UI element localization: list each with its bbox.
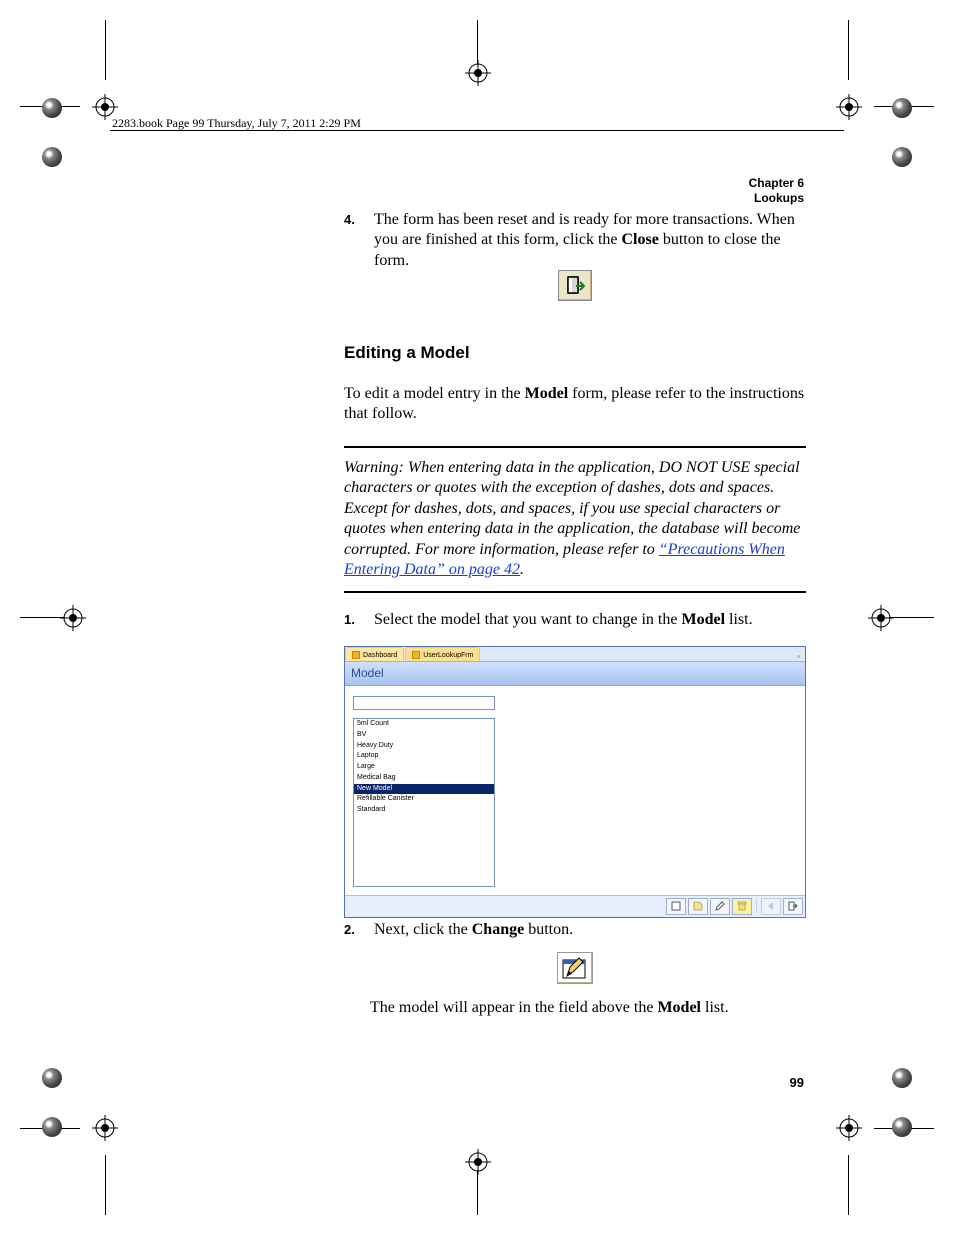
bead-icon	[892, 98, 912, 118]
step-body: The form has been reset and is ready for…	[374, 210, 806, 271]
form-title: Model	[345, 662, 805, 686]
chapter-label: Chapter 6	[749, 176, 804, 191]
step-number: 4.	[344, 212, 360, 271]
step-1: 1. Select the model that you want to cha…	[344, 610, 806, 630]
step-number: 1.	[344, 612, 360, 630]
bead-icon	[892, 1068, 912, 1088]
change-button-icon	[557, 952, 593, 984]
registration-mark-icon	[60, 605, 86, 631]
bead-icon	[42, 147, 62, 167]
list-item[interactable]: Heavy Duty	[354, 741, 494, 752]
bead-icon	[42, 1068, 62, 1088]
book-stamp: 2283.book Page 99 Thursday, July 7, 2011…	[112, 116, 361, 131]
registration-mark-icon	[465, 60, 491, 86]
list-item-selected[interactable]: New Model	[354, 784, 494, 795]
model-list[interactable]: 5ml Count BV Heavy Duty Laptop Large Med…	[353, 718, 495, 887]
bead-icon	[42, 98, 62, 118]
page-number: 99	[790, 1075, 804, 1090]
bead-icon	[892, 147, 912, 167]
after-change-paragraph: The model will appear in the field above…	[370, 998, 806, 1018]
step-4: 4. The form has been reset and is ready …	[344, 210, 806, 271]
list-item[interactable]: BV	[354, 730, 494, 741]
list-item[interactable]: Large	[354, 762, 494, 773]
tab-close-icon[interactable]: ×	[793, 654, 805, 661]
list-item[interactable]: 5ml Count	[354, 719, 494, 730]
list-item[interactable]: Standard	[354, 805, 494, 816]
running-header: Chapter 6 Lookups	[749, 176, 804, 206]
bead-icon	[892, 1117, 912, 1137]
section-label: Lookups	[749, 191, 804, 206]
close-button-icon	[558, 270, 592, 301]
intro-paragraph: To edit a model entry in the Model form,…	[344, 384, 806, 425]
exit-icon[interactable]	[783, 898, 803, 915]
edit-icon[interactable]	[710, 898, 730, 915]
trash-icon[interactable]	[732, 898, 752, 915]
model-form-screenshot: Dashboard UserLookupFrm × Model 5ml Coun…	[344, 646, 806, 918]
step-2: 2. Next, click the Change button.	[344, 920, 806, 940]
step-number: 2.	[344, 922, 360, 940]
tab-userlookupfrm[interactable]: UserLookupFrm	[405, 647, 480, 661]
prev-icon[interactable]	[761, 898, 781, 915]
registration-mark-icon	[836, 94, 862, 120]
form-toolbar	[345, 895, 805, 917]
step-body: Select the model that you want to change…	[374, 610, 806, 630]
bead-icon	[42, 1117, 62, 1137]
list-item[interactable]: Laptop	[354, 751, 494, 762]
registration-mark-icon	[92, 1115, 118, 1141]
step-body: Next, click the Change button.	[374, 920, 806, 940]
registration-mark-icon	[836, 1115, 862, 1141]
new-icon[interactable]	[666, 898, 686, 915]
list-item[interactable]: Refillable Canister	[354, 794, 494, 805]
registration-mark-icon	[465, 1149, 491, 1175]
registration-mark-icon	[868, 605, 894, 631]
warning-paragraph: Warning: When entering data in the appli…	[344, 458, 806, 581]
tab-dashboard[interactable]: Dashboard	[345, 647, 404, 661]
section-heading: Editing a Model	[344, 342, 806, 364]
list-item[interactable]: Medical Bag	[354, 773, 494, 784]
tag-icon[interactable]	[688, 898, 708, 915]
model-input[interactable]	[353, 696, 495, 710]
